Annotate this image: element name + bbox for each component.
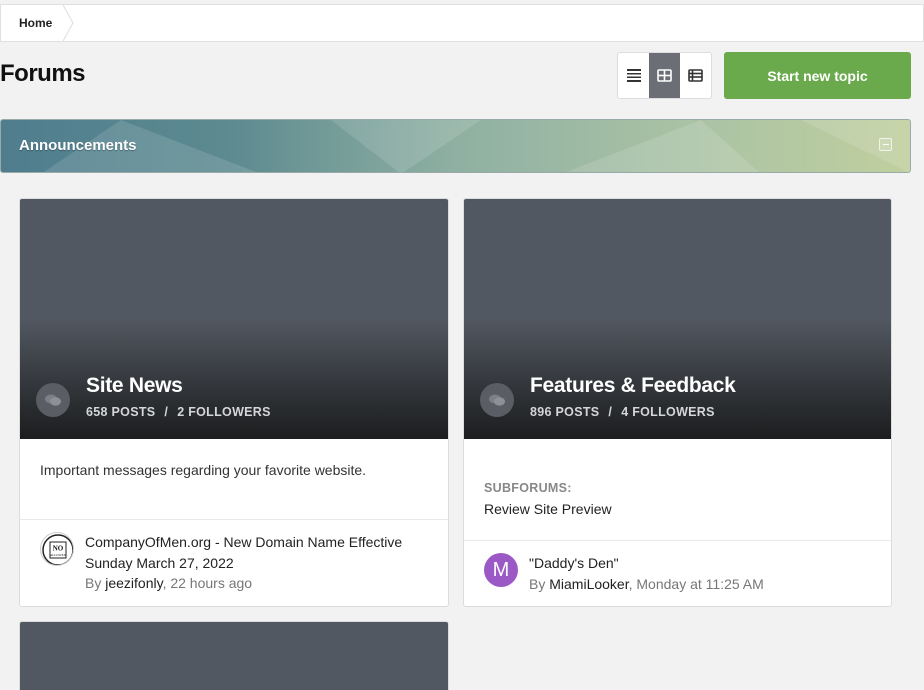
- last-post-time: , Monday at 11:25 AM: [628, 576, 764, 592]
- last-post-user[interactable]: jeezifonly: [105, 575, 162, 591]
- avatar[interactable]: M: [484, 553, 518, 587]
- forum-hero[interactable]: Site News 658 POSTS / 2 FOLLOWERS: [20, 199, 448, 439]
- breadcrumb-home[interactable]: Home: [1, 5, 64, 41]
- section-pattern: [43, 120, 910, 172]
- collapse-icon[interactable]: [879, 138, 892, 151]
- forum-hero[interactable]: Features & Feedback 896 POSTS / 4 FOLLOWER…: [464, 199, 891, 439]
- forum-follower-count[interactable]: 4 FOLLOWERS: [621, 405, 715, 419]
- by-prefix: By: [529, 576, 546, 592]
- forum-card-site-news: Site News 658 POSTS / 2 FOLLOWERS Importan…: [19, 198, 449, 607]
- stats-separator: /: [608, 405, 613, 419]
- last-post-meta: By MiamiLooker, Monday at 11:25 AM: [529, 576, 764, 592]
- avatar[interactable]: NO ALLOWED: [40, 532, 74, 566]
- forum-card-partial: [19, 621, 449, 690]
- forum-title[interactable]: Features & Feedback: [530, 374, 736, 398]
- forum-card-features-feedback: Features & Feedback 896 POSTS / 4 FOLLOWER…: [463, 198, 892, 607]
- forum-stats: 658 POSTS / 2 FOLLOWERS: [86, 405, 271, 419]
- card-divider: [464, 540, 891, 541]
- forum-post-count: 896 POSTS: [530, 405, 600, 419]
- page-title: Forums: [0, 60, 86, 87]
- list-view-icon[interactable]: [618, 53, 649, 98]
- forum-chat-icon: [480, 383, 514, 417]
- subforum-link[interactable]: Review Site Preview: [484, 501, 612, 517]
- announcements-section-header: Announcements: [0, 119, 911, 173]
- section-title: Announcements: [19, 137, 137, 154]
- svg-text:NO: NO: [53, 545, 64, 553]
- start-new-topic-button[interactable]: Start new topic: [724, 52, 911, 99]
- last-post-user[interactable]: MiamiLooker: [549, 576, 628, 592]
- forum-follower-count[interactable]: 2 FOLLOWERS: [177, 405, 271, 419]
- last-post-time: , 22 hours ago: [162, 575, 253, 591]
- subforums-label: SUBFORUMS:: [484, 481, 572, 495]
- grid-view-icon[interactable]: [649, 53, 680, 98]
- view-switcher: [617, 52, 712, 99]
- last-post-title[interactable]: CompanyOfMen.org - New Domain Name Effec…: [85, 532, 425, 574]
- forum-hero[interactable]: [20, 622, 448, 690]
- breadcrumb: Home: [0, 4, 924, 42]
- table-view-icon[interactable]: [680, 53, 711, 98]
- by-prefix: By: [85, 575, 102, 591]
- stats-separator: /: [164, 405, 169, 419]
- forum-title[interactable]: Site News: [86, 374, 183, 398]
- forum-post-count: 658 POSTS: [86, 405, 156, 419]
- avatar-letter: M: [492, 558, 510, 581]
- last-post-meta: By jeezifonly, 22 hours ago: [85, 575, 252, 591]
- card-divider: [20, 519, 448, 520]
- svg-text:ALLOWED: ALLOWED: [50, 553, 66, 557]
- forum-chat-icon: [36, 383, 70, 417]
- forum-description: Important messages regarding your favori…: [40, 462, 367, 478]
- forum-stats: 896 POSTS / 4 FOLLOWERS: [530, 405, 715, 419]
- last-post-title[interactable]: "Daddy's Den": [529, 553, 869, 574]
- no-allowed-logo-icon: NO ALLOWED: [42, 534, 73, 565]
